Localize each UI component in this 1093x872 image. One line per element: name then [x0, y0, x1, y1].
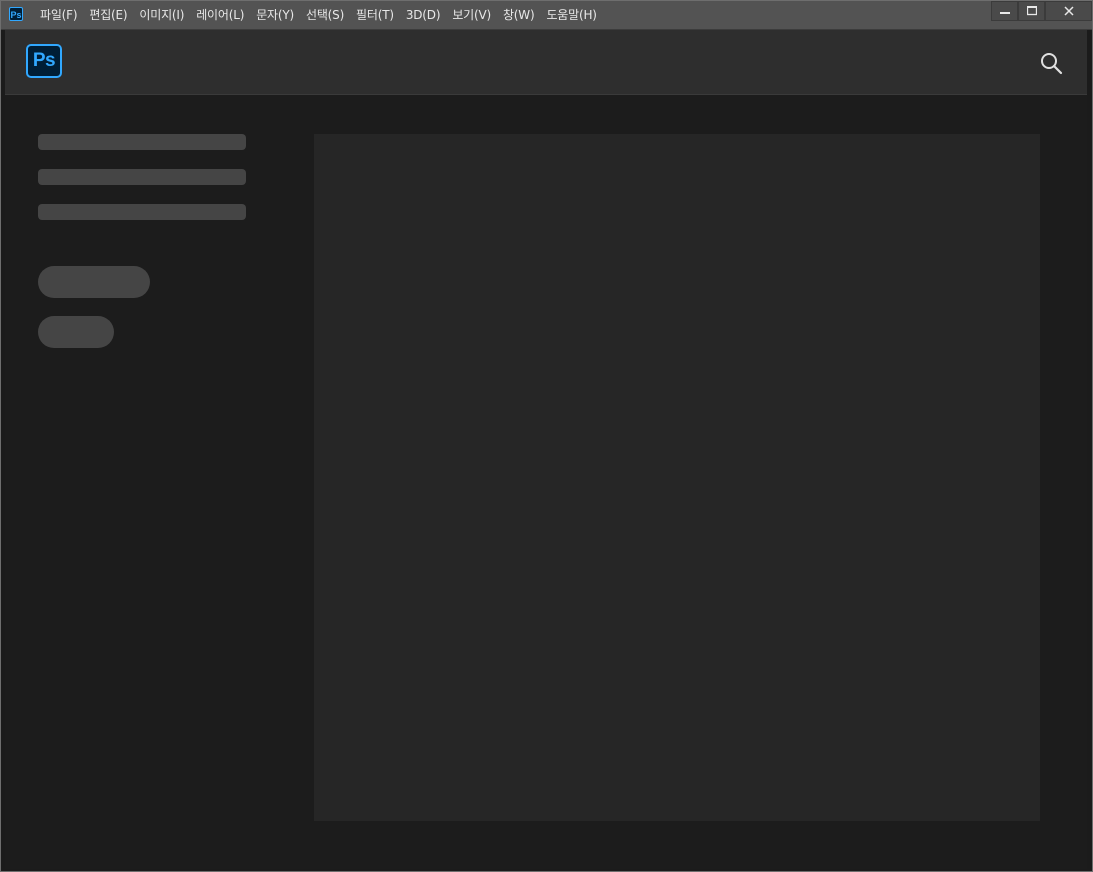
loading-placeholder-line [38, 134, 246, 150]
menu-view[interactable]: 보기(V) [446, 1, 497, 29]
menu-3d[interactable]: 3D(D) [400, 1, 446, 29]
menu-layer[interactable]: 레이어(L) [190, 1, 250, 29]
menu-image[interactable]: 이미지(I) [133, 1, 190, 29]
menu-type[interactable]: 문자(Y) [250, 1, 300, 29]
menu-select[interactable]: 선택(S) [300, 1, 350, 29]
search-icon[interactable] [1039, 51, 1063, 75]
minimize-button[interactable] [991, 1, 1018, 21]
minimize-icon [999, 12, 1010, 14]
loading-placeholder-line [38, 204, 246, 220]
loading-placeholder-button [38, 316, 114, 348]
title-bar: Ps 파일(F) 편집(E) 이미지(I) 레이어(L) 문자(Y) 선택(S)… [1, 1, 1092, 30]
photoshop-logo: Ps [26, 44, 62, 78]
window-controls [991, 1, 1092, 21]
menu-help[interactable]: 도움말(H) [540, 1, 602, 29]
menu-file[interactable]: 파일(F) [34, 1, 83, 29]
loading-placeholder-button [38, 266, 150, 298]
maximize-button[interactable] [1018, 1, 1045, 21]
photoshop-window: Ps 파일(F) 편집(E) 이미지(I) 레이어(L) 문자(Y) 선택(S)… [0, 0, 1093, 872]
menu-edit[interactable]: 편집(E) [83, 1, 133, 29]
menu-bar: 파일(F) 편집(E) 이미지(I) 레이어(L) 문자(Y) 선택(S) 필터… [34, 1, 603, 29]
close-button[interactable] [1045, 1, 1092, 21]
menu-filter[interactable]: 필터(T) [350, 1, 400, 29]
loading-placeholder-line [38, 169, 246, 185]
loading-placeholder-content-panel [314, 134, 1040, 821]
maximize-icon [1026, 6, 1037, 16]
home-content [5, 95, 1087, 869]
menu-window[interactable]: 창(W) [497, 1, 540, 29]
photoshop-app-icon[interactable]: Ps [9, 7, 23, 21]
app-header: Ps [5, 30, 1087, 95]
close-icon [1063, 6, 1074, 16]
